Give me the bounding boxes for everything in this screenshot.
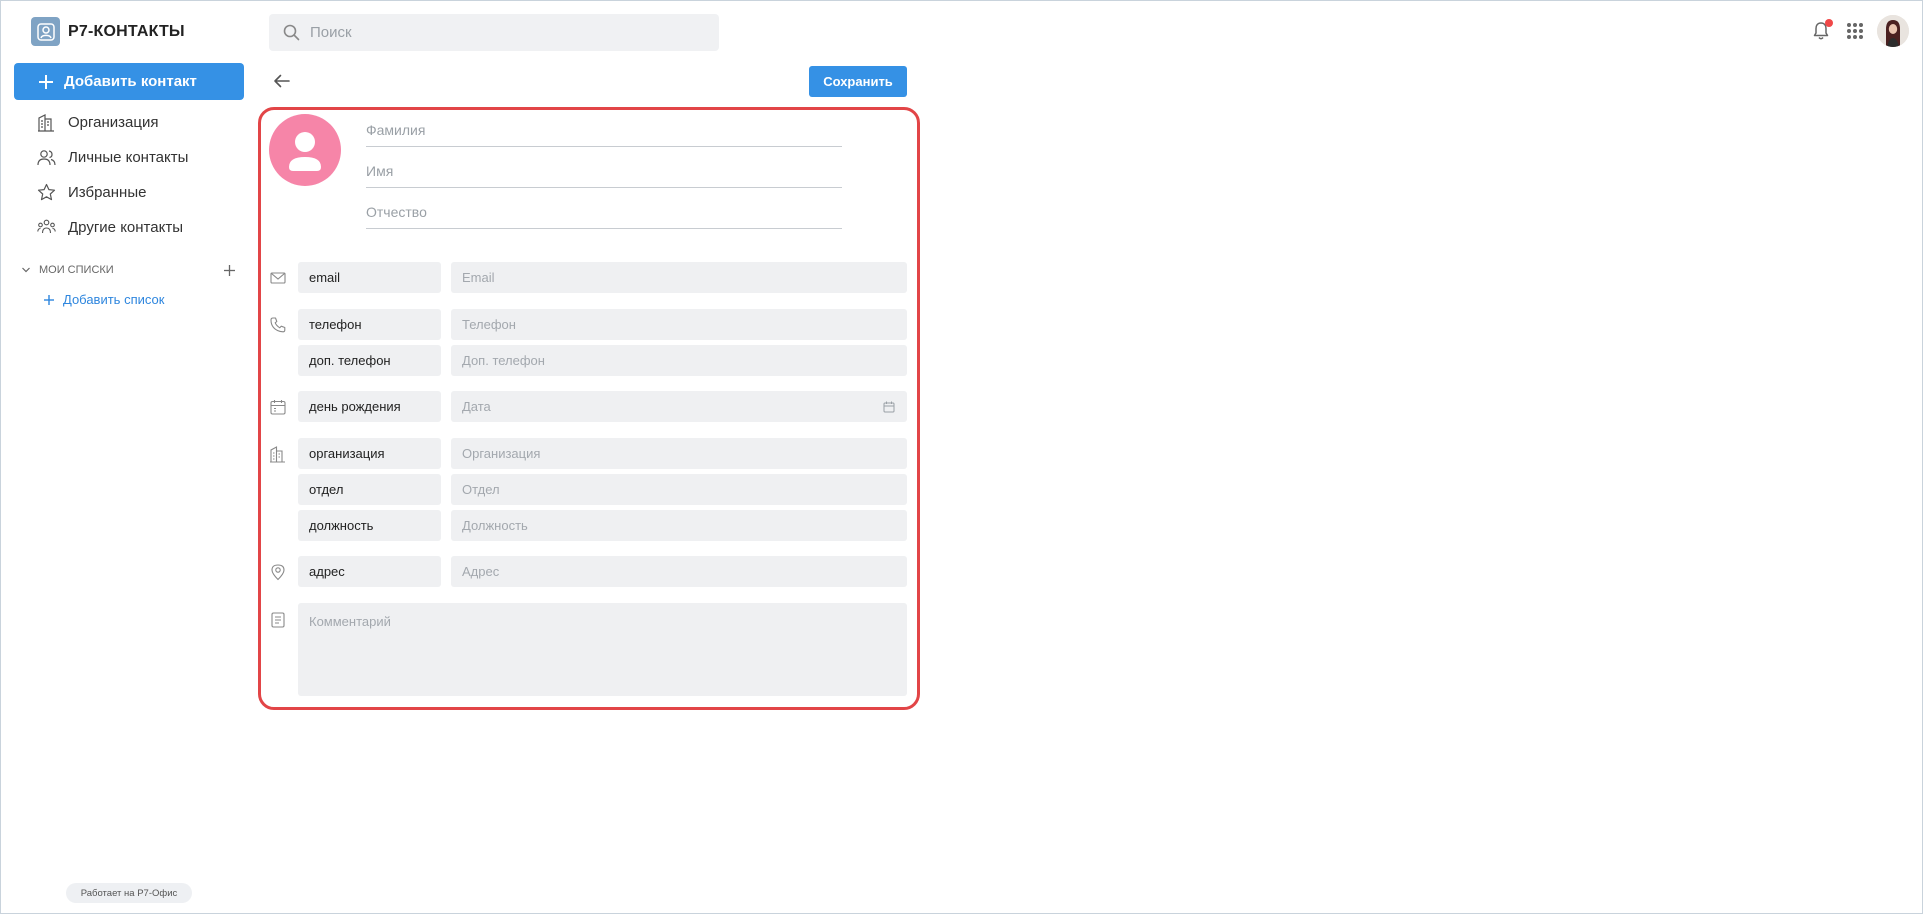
extra-phone-field[interactable] xyxy=(451,345,907,376)
sidebar-item-label: Организация xyxy=(68,113,159,131)
sidebar-item-organization[interactable]: Организация xyxy=(37,109,158,135)
first-name-input[interactable] xyxy=(366,163,842,179)
people-icon xyxy=(37,149,56,165)
email-type-label[interactable]: email xyxy=(298,262,441,293)
contact-avatar[interactable] xyxy=(269,114,341,186)
save-button[interactable]: Сохранить xyxy=(809,66,907,97)
organization-field[interactable] xyxy=(451,438,907,469)
extra-phone-type-label[interactable]: доп. телефон xyxy=(298,345,441,376)
building-icon xyxy=(270,446,285,463)
app-title: Р7-КОНТАКТЫ xyxy=(68,22,185,40)
plus-icon xyxy=(44,294,54,305)
middle-name-field[interactable] xyxy=(366,199,842,229)
back-button[interactable] xyxy=(272,72,292,90)
organization-input[interactable] xyxy=(462,446,895,461)
add-contact-button[interactable]: Добавить контакт xyxy=(14,63,244,100)
sidebar-item-label: Личные контакты xyxy=(68,148,189,166)
birthday-field[interactable] xyxy=(451,391,907,422)
chevron-down-icon[interactable] xyxy=(21,265,31,275)
birthday-type-label[interactable]: день рождения xyxy=(298,391,441,422)
add-list-link[interactable]: Добавить список xyxy=(43,292,164,307)
email-field[interactable] xyxy=(451,262,907,293)
search-bar[interactable] xyxy=(269,14,719,51)
address-type-label[interactable]: адрес xyxy=(298,556,441,587)
last-name-input[interactable] xyxy=(366,122,842,138)
position-type-label[interactable]: должность xyxy=(298,510,441,541)
position-input[interactable] xyxy=(462,518,895,533)
phone-input[interactable] xyxy=(462,317,895,332)
add-contact-label: Добавить контакт xyxy=(64,73,197,90)
star-icon xyxy=(37,183,56,200)
plus-icon xyxy=(39,74,53,89)
comment-input[interactable] xyxy=(309,614,896,685)
department-type-label[interactable]: отдел xyxy=(298,474,441,505)
department-field[interactable] xyxy=(451,474,907,505)
address-input[interactable] xyxy=(462,564,895,579)
department-input[interactable] xyxy=(462,482,895,497)
sidebar-item-label: Другие контакты xyxy=(68,218,183,236)
arrow-left-icon xyxy=(274,74,290,88)
note-icon xyxy=(271,612,285,628)
location-pin-icon xyxy=(271,564,285,581)
group-icon xyxy=(37,219,56,233)
calendar-icon xyxy=(270,400,286,415)
sidebar-item-label: Избранные xyxy=(68,183,147,201)
my-lists-header[interactable]: мои списки xyxy=(21,262,236,278)
apps-grid-icon[interactable] xyxy=(1847,23,1863,39)
first-name-field[interactable] xyxy=(366,158,842,188)
comment-field[interactable] xyxy=(298,603,907,696)
phone-type-label[interactable]: телефон xyxy=(298,309,441,340)
powered-by-badge[interactable]: Работает на Р7-Офис xyxy=(66,883,192,903)
birthday-input[interactable] xyxy=(462,399,883,414)
position-field[interactable] xyxy=(451,510,907,541)
organization-type-label[interactable]: организация xyxy=(298,438,441,469)
extra-phone-input[interactable] xyxy=(462,353,895,368)
notification-badge xyxy=(1825,19,1833,27)
sidebar-item-personal-contacts[interactable]: Личные контакты xyxy=(37,144,188,170)
person-icon xyxy=(289,132,321,171)
app-logo[interactable]: Р7-КОНТАКТЫ xyxy=(31,17,185,46)
sidebar-item-other-contacts[interactable]: Другие контакты xyxy=(37,214,183,240)
last-name-field[interactable] xyxy=(366,117,842,147)
contacts-logo-icon xyxy=(31,17,60,46)
address-field[interactable] xyxy=(451,556,907,587)
add-list-label: Добавить список xyxy=(63,292,165,307)
notifications-button[interactable] xyxy=(1811,19,1833,41)
email-input[interactable] xyxy=(462,270,895,285)
user-avatar[interactable] xyxy=(1877,15,1909,47)
phone-field[interactable] xyxy=(451,309,907,340)
search-icon xyxy=(283,24,300,41)
phone-icon xyxy=(270,317,286,333)
add-list-plus-icon[interactable] xyxy=(223,264,236,277)
search-input[interactable] xyxy=(310,24,690,41)
sidebar-item-favorites[interactable]: Избранные xyxy=(37,179,146,205)
building-icon xyxy=(38,113,54,132)
mail-icon xyxy=(270,272,286,284)
my-lists-label: мои списки xyxy=(39,264,114,276)
calendar-picker-icon[interactable] xyxy=(883,401,895,413)
middle-name-input[interactable] xyxy=(366,204,842,220)
